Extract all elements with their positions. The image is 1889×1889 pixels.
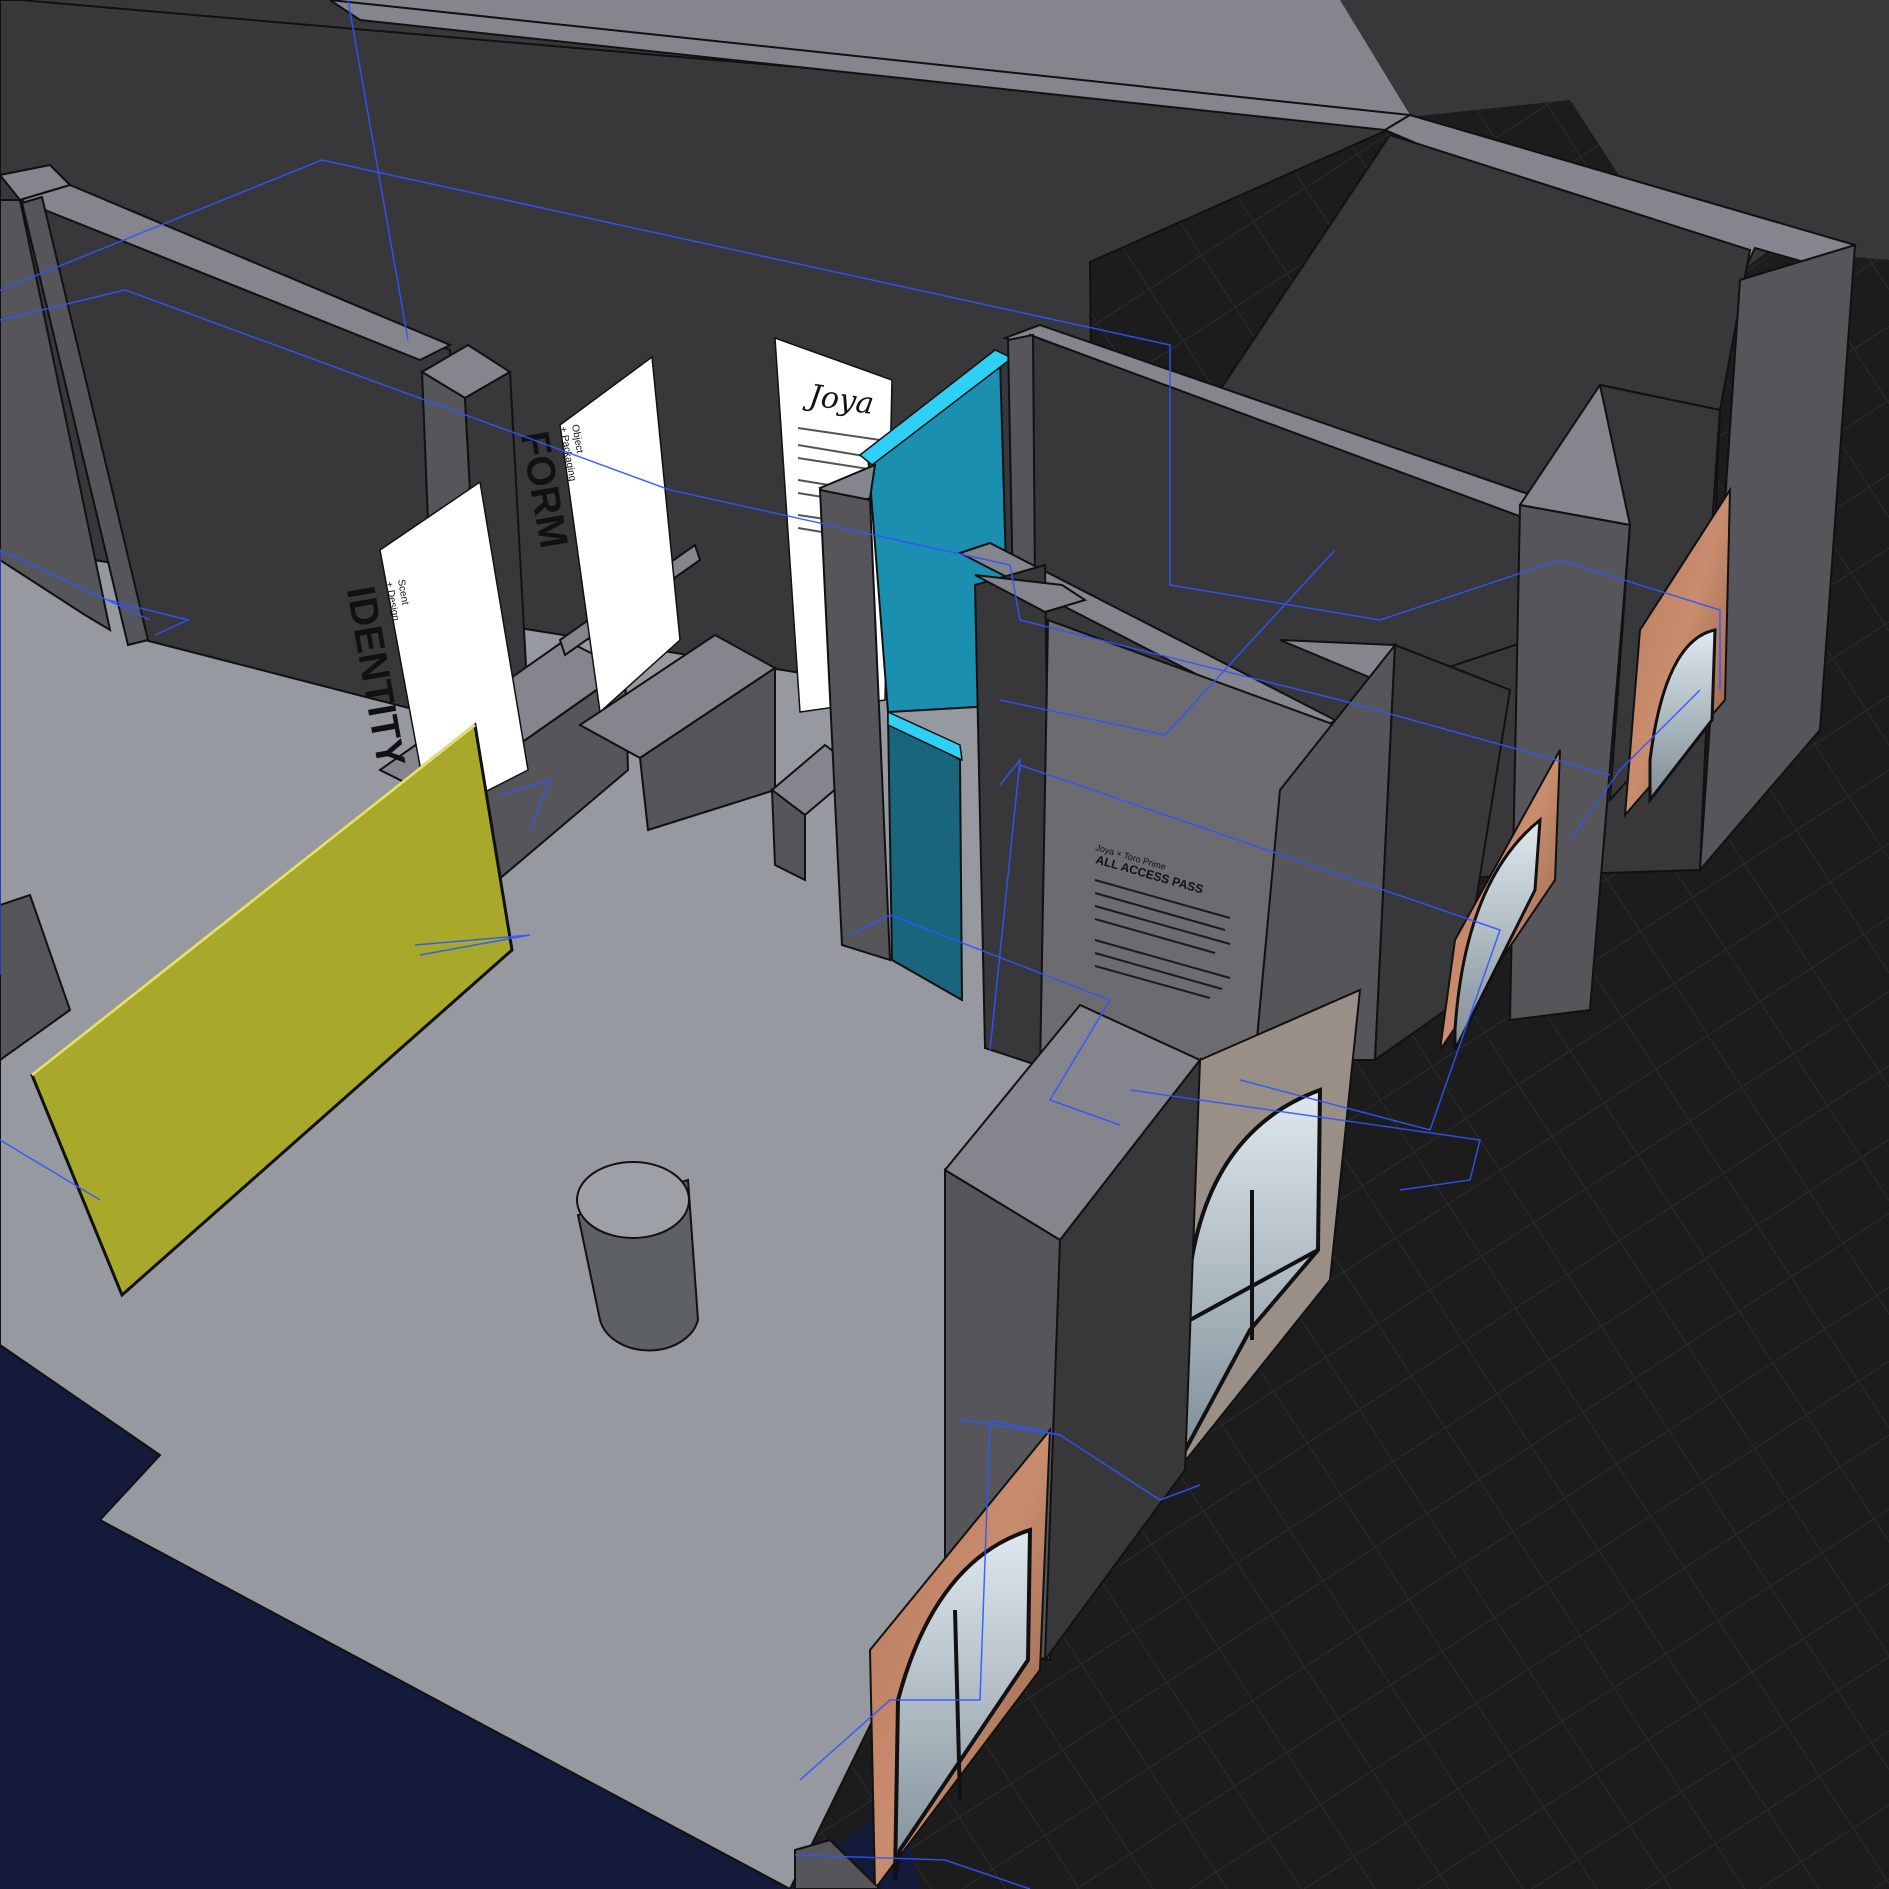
blue-panel-lower[interactable] bbox=[886, 713, 964, 1002]
3d-viewport[interactable]: Scent + Design IDENTITY Object + Packagi… bbox=[0, 0, 1889, 1889]
